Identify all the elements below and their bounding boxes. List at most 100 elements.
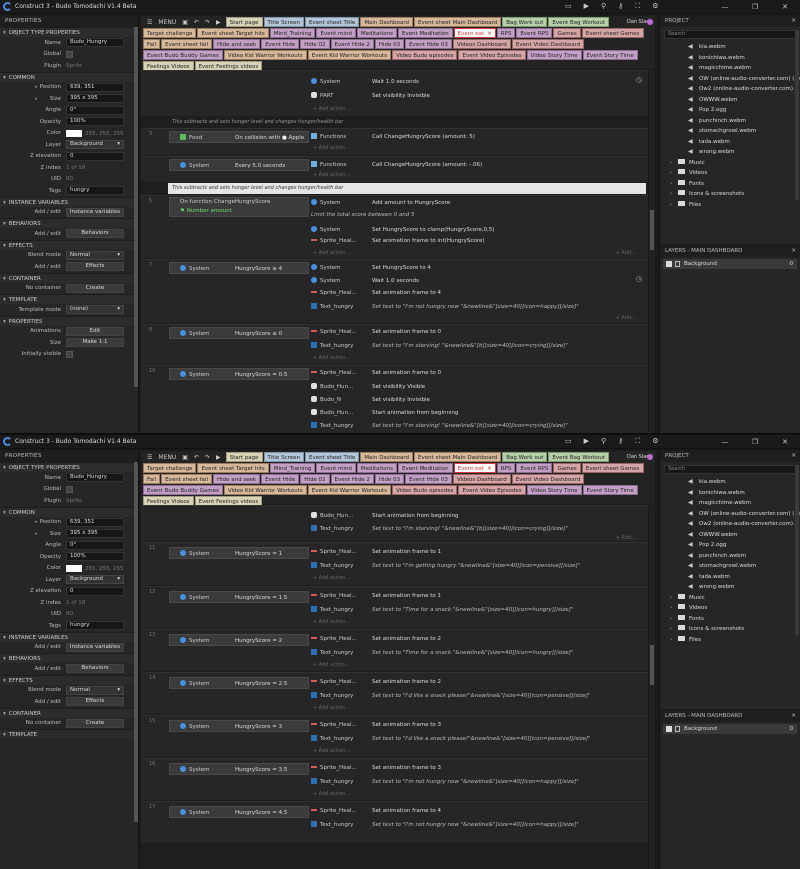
effects-button[interactable]: Effects: [66, 262, 124, 272]
event-sheet-scrollbar[interactable]: [649, 505, 655, 869]
layer-visible-checkbox[interactable]: [666, 726, 672, 732]
tab-title-screen[interactable]: Title Screen: [263, 17, 304, 27]
tab-hide-02[interactable]: Hide 02: [300, 474, 330, 484]
expand-arrow-icon[interactable]: ›: [670, 179, 678, 190]
section-properties[interactable]: PROPERTIES: [0, 315, 138, 326]
tab-event-hide[interactable]: Event Hide: [261, 474, 300, 484]
layer-select[interactable]: Background: [66, 575, 124, 585]
sound-file-item[interactable]: ◀ OWWW.webm: [660, 95, 800, 106]
add-action-link[interactable]: + Add action...: [313, 791, 350, 797]
add-link[interactable]: + Add...: [616, 315, 636, 321]
addon-icon[interactable]: ⚙: [652, 2, 658, 11]
folder-item[interactable]: › Files: [660, 635, 800, 646]
expand-arrow-icon[interactable]: ›: [670, 635, 678, 646]
tab-event-hide[interactable]: Event Hide: [261, 39, 300, 49]
tab-hide-02[interactable]: Hide 02: [300, 39, 330, 49]
tab-videos-dashboard[interactable]: Videos Dashboard: [452, 39, 511, 49]
sound-file-item[interactable]: ◀ konichiwa.webm: [660, 53, 800, 64]
effects-button[interactable]: Effects: [66, 697, 124, 707]
sound-file-item[interactable]: ◀ kia.webm: [660, 42, 800, 53]
tab-event-meditation[interactable]: Event Meditation: [397, 28, 453, 38]
section-common[interactable]: COMMON: [0, 506, 138, 517]
event-row[interactable]: 14 System HungryScore = 2.5 Sprite_Heal..…: [141, 672, 648, 714]
menu-icon[interactable]: ☰: [147, 19, 152, 26]
lock-icon[interactable]: [675, 726, 680, 732]
layer-row-background[interactable]: Background 0: [663, 724, 797, 734]
tab-video-story-time[interactable]: Video Story Time: [526, 50, 582, 60]
tab-event-sheet-games[interactable]: Event sheet Games: [581, 463, 644, 473]
tab-games[interactable]: Games: [553, 463, 581, 473]
tab-event-rps[interactable]: Event RPS: [516, 463, 553, 473]
size-field[interactable]: 395 x 395: [66, 94, 124, 104]
save-icon[interactable]: ▣: [182, 19, 188, 26]
tab-event-video-episodes[interactable]: Event Video Episodes: [458, 485, 526, 495]
event-row[interactable]: 11 System HungryScore = 1 Sprite_Heal... S…: [141, 542, 648, 585]
section-template[interactable]: TEMPLATE: [0, 294, 138, 304]
event-row[interactable]: System Every 5.0 seconds Functions Call Ch…: [141, 156, 648, 182]
tab-meditations[interactable]: Meditations: [356, 463, 397, 473]
layer-select[interactable]: Background: [66, 140, 124, 150]
undo-icon[interactable]: ↶: [194, 19, 199, 26]
sound-file-item[interactable]: ◀ wrong.webm: [660, 582, 800, 593]
tab-event-sheet-title[interactable]: Event sheet Title: [304, 452, 360, 462]
tab-event-sheet-fail[interactable]: Event sheet fail: [161, 39, 212, 49]
tab-target-challenge[interactable]: Target challenge: [143, 28, 197, 38]
sound-file-item[interactable]: ◀ magicchime.webm: [660, 63, 800, 74]
tab-video-story-time[interactable]: Video Story Time: [526, 485, 582, 495]
expand-arrow-icon[interactable]: ›: [670, 593, 678, 604]
undo-icon[interactable]: ↶: [194, 454, 199, 461]
tab-event-hide-2[interactable]: Event Hide 2: [330, 39, 374, 49]
color-picker[interactable]: 255, 255, 255: [66, 129, 124, 137]
tab-event-mind[interactable]: Event mind: [316, 28, 356, 38]
section-effects[interactable]: EFFECTS: [0, 239, 138, 250]
tab-meditations[interactable]: Meditations: [356, 28, 397, 38]
event-row[interactable]: 3 Food On collision with ● Apple Function…: [141, 128, 648, 155]
sound-file-item[interactable]: ◀ stomachgrowl.webm: [660, 561, 800, 572]
preview-icon[interactable]: ▶: [216, 454, 221, 461]
tab-event-hide-2[interactable]: Event Hide 2: [330, 474, 374, 484]
add-link[interactable]: + Add...: [616, 250, 636, 256]
tab-bag-work-out[interactable]: Bag Work out: [502, 17, 548, 27]
section-container[interactable]: CONTAINER: [0, 272, 138, 283]
tab-rps[interactable]: RPS: [496, 463, 516, 473]
z-elevation-field[interactable]: 0: [66, 586, 124, 596]
position-field[interactable]: 639, 351: [66, 517, 124, 527]
add-action-link[interactable]: + Add action...: [313, 575, 350, 581]
tab-event-eat[interactable]: Event eat ✕: [453, 28, 496, 38]
folder-item[interactable]: › Music: [660, 593, 800, 604]
name-field[interactable]: Budo_Hungry: [66, 473, 124, 483]
behaviors-button[interactable]: Behaviors: [66, 664, 124, 674]
sound-file-item[interactable]: ◀ Ow2 (online-audio-converter.com).w: [660, 519, 800, 530]
screenshot-icon[interactable]: ▭: [565, 437, 572, 446]
add-action-link[interactable]: + Add action...: [313, 106, 350, 112]
tab-mind-training[interactable]: Mind_Training: [269, 28, 316, 38]
tab-event-sheet-main-dashboard[interactable]: Event sheet Main Dashboard: [414, 17, 502, 27]
redo-icon[interactable]: ↷: [205, 454, 210, 461]
event-row[interactable]: 7 System HungryScore ≥ 4 System Set Hungry…: [141, 259, 648, 323]
instance-variables-button[interactable]: Instance variables: [66, 642, 124, 652]
add-action-link[interactable]: + Add action...: [313, 619, 350, 625]
event-row[interactable]: 15 System HungryScore = 3 Sprite_Heal... S…: [141, 715, 648, 757]
template-mode-select[interactable]: (none): [66, 305, 124, 315]
maximize-button[interactable]: ❐: [740, 435, 770, 449]
folder-item[interactable]: › Videos: [660, 168, 800, 179]
folder-item[interactable]: › Icons & screenshots: [660, 189, 800, 200]
close-layers-icon[interactable]: ✕: [791, 246, 796, 257]
section-object-type[interactable]: OBJECT TYPE PROPERTIES: [0, 462, 138, 472]
sound-file-item[interactable]: ◀ punchinch.webm: [660, 116, 800, 127]
layer-visible-checkbox[interactable]: [666, 261, 672, 267]
angle-field[interactable]: 0°: [66, 105, 124, 115]
tab-event-sheet-fail[interactable]: Event sheet fail: [161, 474, 212, 484]
sound-file-item[interactable]: ◀ kia.webm: [660, 477, 800, 488]
add-action-link[interactable]: + Add action...: [313, 748, 350, 754]
global-checkbox[interactable]: [66, 50, 73, 58]
tags-field[interactable]: hungry: [66, 186, 124, 196]
color-swatch[interactable]: [66, 129, 82, 137]
behaviors-button[interactable]: Behaviors: [66, 229, 124, 239]
close-layers-icon[interactable]: ✕: [791, 711, 796, 722]
add-action-link[interactable]: + Add action...: [313, 145, 350, 151]
addon-icon[interactable]: ⚙: [652, 437, 658, 446]
tab-event-bag-workout[interactable]: Event Bag Workout: [548, 17, 609, 27]
blend-mode-select[interactable]: Normal: [66, 685, 124, 695]
comment-bar[interactable]: This subtracts and sets hunger level and…: [168, 183, 646, 194]
